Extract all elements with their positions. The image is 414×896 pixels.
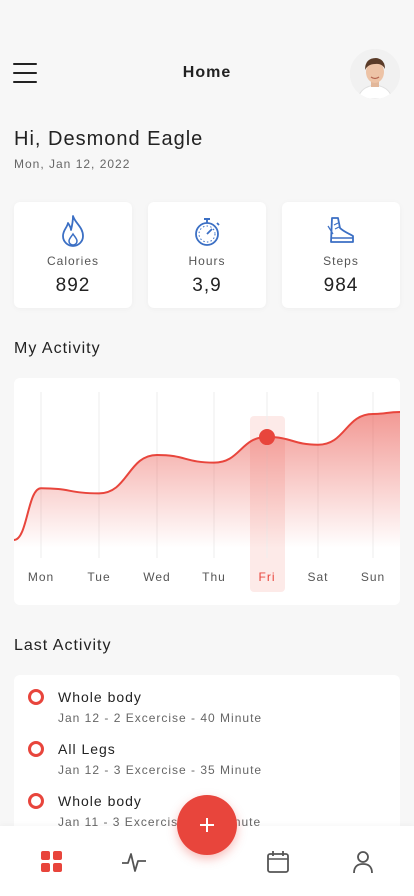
greeting: Hi, Desmond Eagle: [14, 128, 204, 150]
day-label-thu[interactable]: Thu: [202, 570, 226, 584]
stat-card-hours[interactable]: Hours 3,9: [148, 202, 266, 308]
section-title-last-activity: Last Activity: [14, 637, 112, 654]
list-item[interactable]: All Legs Jan 12 - 3 Excercise - 35 Minut…: [14, 727, 400, 779]
highlight-point[interactable]: [259, 429, 275, 446]
stat-label: Hours: [188, 254, 226, 268]
activity-title: All Legs: [58, 741, 116, 757]
current-date: Mon, Jan 12, 2022: [14, 157, 131, 171]
activity-detail: Jan 12 - 2 Excercise - 40 Minute: [58, 711, 263, 725]
avatar-portrait: [350, 49, 400, 99]
stat-card-calories[interactable]: Calories 892: [14, 202, 132, 308]
stat-value: 984: [323, 275, 359, 296]
bullet-icon: [28, 793, 44, 809]
day-label-sat[interactable]: Sat: [307, 570, 328, 584]
stat-value: 3,9: [192, 275, 222, 296]
avatar[interactable]: [350, 49, 400, 99]
section-title-activity: My Activity: [14, 340, 101, 357]
day-label-tue[interactable]: Tue: [87, 570, 110, 584]
activity-icon[interactable]: [120, 848, 148, 876]
user-icon[interactable]: [349, 848, 377, 876]
stat-label: Steps: [323, 254, 359, 268]
calendar-icon[interactable]: [264, 848, 292, 876]
day-label-fri[interactable]: Fri: [259, 570, 276, 584]
activity-detail: Jan 12 - 3 Excercise - 35 Minute: [58, 763, 263, 777]
activity-title: Whole body: [58, 793, 142, 809]
plus-icon: [200, 818, 214, 832]
grid-icon[interactable]: [38, 848, 66, 876]
day-label-wed[interactable]: Wed: [143, 570, 170, 584]
stat-value: 892: [55, 275, 91, 296]
bullet-icon: [28, 741, 44, 757]
day-label-sun[interactable]: Sun: [361, 570, 385, 584]
activity-title: Whole body: [58, 689, 142, 705]
stats-row: Calories 892 Hours 3,9 Steps 984: [14, 202, 400, 308]
day-label-mon[interactable]: Mon: [28, 570, 54, 584]
sneaker-icon: [327, 217, 354, 243]
list-item[interactable]: Whole body Jan 12 - 2 Excercise - 40 Min…: [14, 675, 400, 727]
bullet-icon: [28, 689, 44, 705]
add-button[interactable]: [177, 795, 237, 855]
activity-chart[interactable]: Mon Tue Wed Thu Fri Sat Sun: [14, 378, 400, 605]
stat-card-steps[interactable]: Steps 984: [282, 202, 400, 308]
stopwatch-icon: [195, 218, 220, 246]
app-header: Home: [0, 44, 414, 104]
flame-icon: [62, 215, 84, 247]
stat-label: Calories: [46, 254, 99, 268]
